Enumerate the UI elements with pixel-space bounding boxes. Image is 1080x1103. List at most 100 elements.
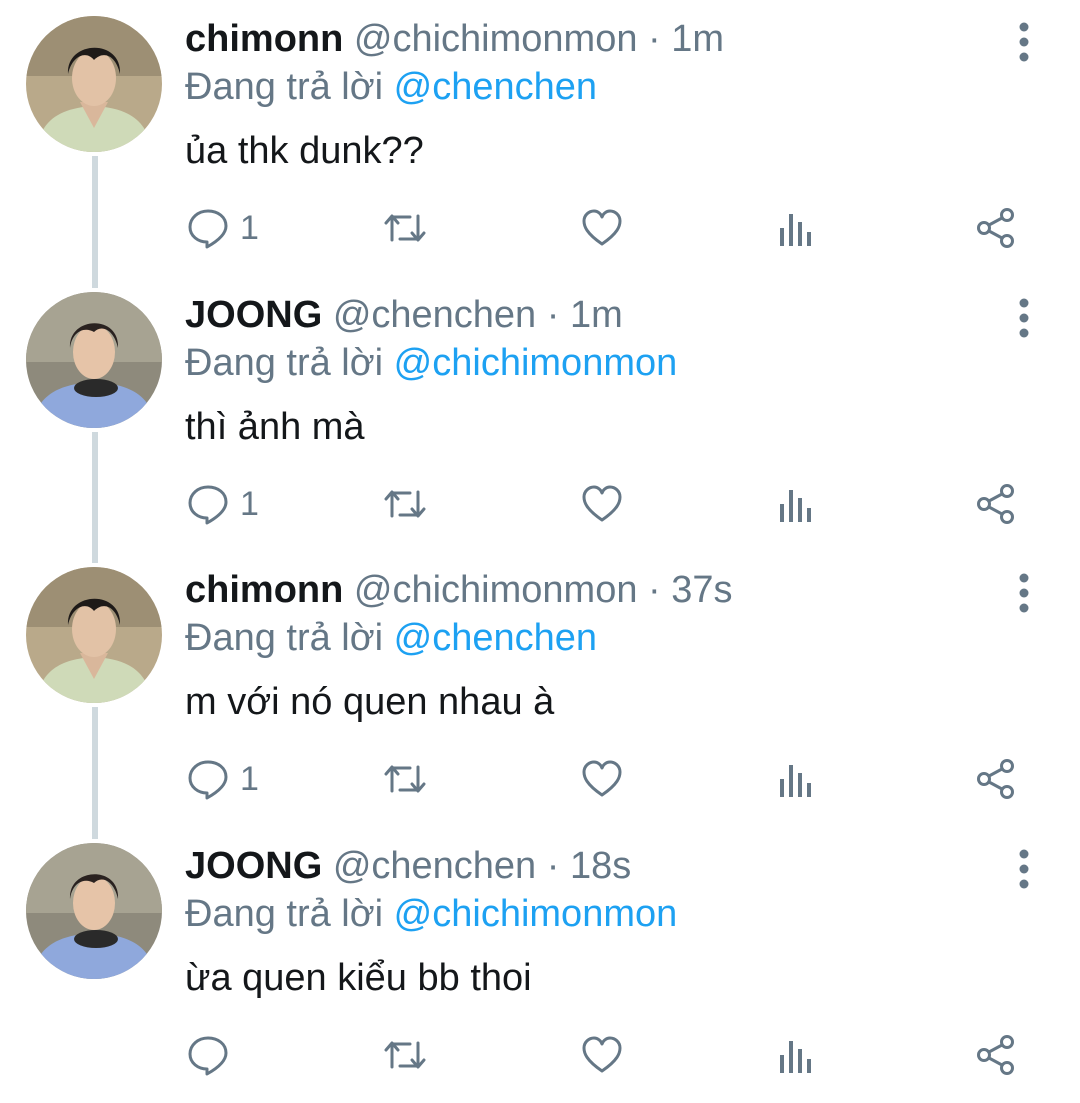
tweet-header: JOONG @chenchen · 1m xyxy=(185,292,623,338)
action-bar: 1 xyxy=(0,200,1080,256)
reply-button[interactable]: 1 xyxy=(186,751,259,807)
retweet-button[interactable] xyxy=(382,751,428,807)
tweet-header: chimonn @chichimonmon · 37s xyxy=(185,567,733,613)
like-button[interactable] xyxy=(580,1027,624,1083)
mention-link[interactable]: @chichimonmon xyxy=(394,893,678,935)
share-button[interactable] xyxy=(974,751,1018,807)
reply-thread: chimonn @chichimonmon · 1m Đang trả lời … xyxy=(0,0,1080,1086)
tweet-header: chimonn @chichimonmon · 1m xyxy=(185,16,724,62)
avatar-joong xyxy=(26,843,162,979)
more-vertical-icon xyxy=(1019,298,1029,338)
replying-to: Đang trả lời @chenchen xyxy=(185,64,597,110)
tweet[interactable]: chimonn @chichimonmon · 1m Đang trả lời … xyxy=(0,0,1080,276)
stats-icon xyxy=(780,765,811,797)
more-options-button[interactable] xyxy=(1004,847,1044,891)
reply-count: 1 xyxy=(240,484,259,523)
mention-link[interactable]: @chichimonmon xyxy=(394,342,678,384)
replying-to-label: Đang trả lời xyxy=(185,893,384,935)
view-stats-button[interactable] xyxy=(776,476,816,532)
retweet-icon xyxy=(384,765,426,793)
avatar[interactable] xyxy=(26,843,162,979)
reply-button[interactable] xyxy=(186,1027,240,1083)
handle[interactable]: @chenchen xyxy=(333,294,536,336)
more-vertical-icon xyxy=(1019,849,1029,889)
tweet-text: ủa thk dunk?? xyxy=(185,130,424,172)
share-icon xyxy=(977,759,1014,799)
handle[interactable]: @chichimonmon xyxy=(354,569,638,611)
avatar-chimonn xyxy=(26,567,162,703)
action-bar: 1 xyxy=(0,476,1080,532)
tweet[interactable]: JOONG @chenchen · 1m Đang trả lời @chich… xyxy=(0,276,1080,552)
handle[interactable]: @chichimonmon xyxy=(354,18,638,60)
reply-button[interactable]: 1 xyxy=(186,476,259,532)
display-name[interactable]: chimonn xyxy=(185,569,343,611)
stats-icon xyxy=(780,490,811,522)
handle[interactable]: @chenchen xyxy=(333,845,536,887)
replying-to-label: Đang trả lời xyxy=(185,617,384,659)
mention-link[interactable]: @chenchen xyxy=(394,617,597,659)
view-stats-button[interactable] xyxy=(776,751,816,807)
like-button[interactable] xyxy=(580,200,624,256)
timestamp[interactable]: 18s xyxy=(570,845,631,887)
reply-count: 1 xyxy=(240,208,259,247)
share-icon xyxy=(977,484,1014,524)
tweet-text: ừa quen kiểu bb thoi xyxy=(185,957,532,999)
heart-icon xyxy=(582,760,622,797)
avatar[interactable] xyxy=(26,292,162,428)
reply-icon xyxy=(188,1036,228,1076)
reply-icon xyxy=(188,485,228,525)
more-options-button[interactable] xyxy=(1004,296,1044,340)
share-button[interactable] xyxy=(974,200,1018,256)
more-options-button[interactable] xyxy=(1004,20,1044,64)
share-button[interactable] xyxy=(974,1027,1018,1083)
heart-icon xyxy=(582,485,622,522)
more-options-button[interactable] xyxy=(1004,571,1044,615)
tweet-text: m với nó quen nhau à xyxy=(185,681,555,723)
timestamp[interactable]: 37s xyxy=(671,569,732,611)
separator: · xyxy=(546,294,560,336)
retweet-icon xyxy=(384,214,426,242)
tweet[interactable]: JOONG @chenchen · 18s Đang trả lời @chic… xyxy=(0,827,1080,1103)
stats-icon xyxy=(780,1041,811,1073)
replying-to: Đang trả lời @chenchen xyxy=(185,615,597,661)
timestamp[interactable]: 1m xyxy=(671,18,724,60)
separator: · xyxy=(648,569,661,611)
display-name[interactable]: chimonn xyxy=(185,18,343,60)
avatar-chimonn xyxy=(26,16,162,152)
display-name[interactable]: JOONG xyxy=(185,294,322,336)
stats-icon xyxy=(780,214,811,246)
more-vertical-icon xyxy=(1019,22,1029,62)
heart-icon xyxy=(582,209,622,246)
tweet-header: JOONG @chenchen · 18s xyxy=(185,843,631,889)
tweet-text: thì ảnh mà xyxy=(185,406,365,448)
view-stats-button[interactable] xyxy=(776,200,816,256)
like-button[interactable] xyxy=(580,476,624,532)
replying-to-label: Đang trả lời xyxy=(185,66,384,108)
retweet-button[interactable] xyxy=(382,200,428,256)
display-name[interactable]: JOONG xyxy=(185,845,322,887)
tweet[interactable]: chimonn @chichimonmon · 37s Đang trả lời… xyxy=(0,551,1080,827)
avatar-joong xyxy=(26,292,162,428)
view-stats-button[interactable] xyxy=(776,1027,816,1083)
retweet-icon xyxy=(384,1041,426,1069)
separator: · xyxy=(546,845,560,887)
retweet-button[interactable] xyxy=(382,476,428,532)
retweet-button[interactable] xyxy=(382,1027,428,1083)
heart-icon xyxy=(582,1036,622,1073)
like-button[interactable] xyxy=(580,751,624,807)
reply-count: 1 xyxy=(240,759,259,798)
replying-to-label: Đang trả lời xyxy=(185,342,384,384)
share-button[interactable] xyxy=(974,476,1018,532)
separator: · xyxy=(648,18,661,60)
avatar[interactable] xyxy=(26,567,162,703)
reply-icon xyxy=(188,760,228,800)
replying-to: Đang trả lời @chichimonmon xyxy=(185,891,677,937)
avatar[interactable] xyxy=(26,16,162,152)
reply-icon xyxy=(188,209,228,249)
share-icon xyxy=(977,1035,1014,1075)
share-icon xyxy=(977,208,1014,248)
reply-button[interactable]: 1 xyxy=(186,200,259,256)
action-bar xyxy=(0,1027,1080,1083)
mention-link[interactable]: @chenchen xyxy=(394,66,597,108)
timestamp[interactable]: 1m xyxy=(570,294,623,336)
